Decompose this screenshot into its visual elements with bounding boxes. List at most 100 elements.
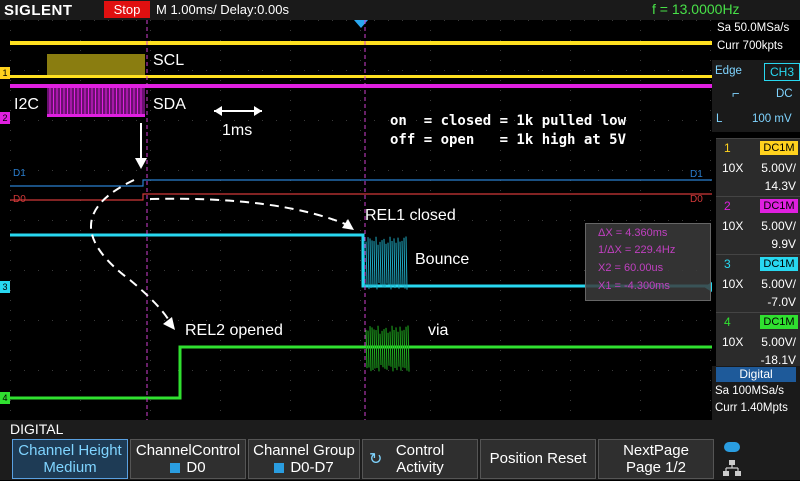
scale-label: 1ms [222,122,253,139]
ch1-offset: 14.3V [764,179,796,193]
graticule [10,20,711,411]
ch2-coupling: DC1M [760,199,798,213]
channel-height-value: Medium [43,459,97,476]
ch3-bounce [363,236,408,290]
bounce-spike [395,327,398,371]
cursor-delta-x: ΔX = 4.360ms [598,227,668,239]
ch1-scl-burst [47,54,145,76]
run-stop-indicator[interactable]: Stop [104,1,150,18]
d0-label-left: D0 [13,194,26,205]
cursor-x1-value: X1 = -4.300ms [598,280,670,292]
bounce-spike [379,333,382,365]
rel2-curve-arrow [90,179,171,323]
ch4-bounce [365,325,410,372]
bounce-spike [393,329,396,369]
bounce-spike [373,241,376,286]
rel2-arrow-head [163,317,175,330]
scale-arrow-left-head [214,106,222,116]
rel1-curve-arrow [149,197,351,227]
bounce-spike [387,332,390,366]
cursor-x2-value: X2 = 60.00us [598,262,664,274]
ch1-probe: 10X [722,161,744,175]
d1-label-left: D1 [13,168,26,179]
channel-control-button[interactable]: ChannelControl D0 [130,439,246,479]
bounce-spike [387,242,390,285]
channel-height-label: Channel Height [18,442,122,459]
note-line-2: off = open = 1k high at 5V [390,132,627,148]
ch1-number: 1 [724,141,731,155]
cursor-measure-box: ΔX = 4.360ms 1/ΔX = 229.4Hz X2 = 60.00us… [585,223,711,301]
bounce-spike [371,240,374,287]
channel-height-button[interactable]: Channel Height Medium [12,439,128,479]
ch3-offset-marker[interactable]: 3 [0,281,10,293]
via-label: via [428,322,449,339]
ch2-trace-top [10,84,712,88]
bounce-spike [367,330,370,368]
trigger-coupling: DC [776,88,793,100]
bounce-spike [365,329,368,369]
ch3-coupling: DC1M [760,257,798,271]
acq-memory: Curr 700kpts [717,40,783,52]
bounce-spike [389,236,392,290]
waveform-display[interactable]: SCL SDA I2C 1ms on = closed = 1k pulled … [10,20,712,420]
next-page-button[interactable]: NextPage Page 1/2 [598,439,714,479]
trigger-level: 100 mV [752,113,792,125]
trigger-source: CH3 [764,63,800,81]
ch1-trace-top [10,41,712,45]
position-reset-button[interactable]: Position Reset [480,439,596,479]
ch4-offset-marker[interactable]: 4 [0,392,10,404]
bounce-spike [377,325,380,372]
right-info-panel: Sa 50.0MSa/s Curr 700kpts Edge CH3 ⌐ DC … [712,20,800,420]
acq-sample-rate: Sa 50.0MSa/s [717,22,790,34]
ch4-scale: 5.00V/ [761,335,796,349]
bounce-spike [401,240,404,287]
ch1-coupling: DC1M [760,141,798,155]
bounce-spike [385,327,388,370]
bounce-spike [375,236,378,290]
bounce-spike [379,241,382,286]
ch2-trace-base [47,114,145,117]
frequency-readout: f = 13.0000Hz [652,1,740,17]
position-reset-label: Position Reset [489,450,587,467]
digital-memory: Curr 1.40Mpts [715,402,788,414]
timebase-readout: M 1.00ms/ Delay:0.00s [156,2,289,17]
bounce-label: Bounce [415,251,470,268]
menu-title: DIGITAL [10,421,64,437]
channel-control-label: ChannelControl [135,442,241,459]
i2c-label: I2C [14,96,39,113]
channel-group-button[interactable]: Channel Group D0-D7 [248,439,360,479]
note-line-1: on = closed = 1k pulled low [390,113,627,129]
ch4-probe: 10X [722,335,744,349]
toggle-icon[interactable] [724,442,740,452]
trigger-mode: Edge [715,65,742,77]
ch2-offset-marker[interactable]: 2 [0,112,10,124]
trigger-panel[interactable]: Edge CH3 ⌐ DC L 100 mV [712,60,800,132]
bounce-spike [403,329,406,369]
waveform-canvas [10,20,712,420]
page-indicator: Page 1/2 [625,459,687,476]
bounce-spike [369,326,372,372]
bounce-spike [367,237,370,290]
digital-info-box[interactable]: Digital Sa 100MSa/s Curr 1.40Mpts [712,366,800,420]
rotate-knob-icon: ↻ [369,451,383,468]
scl-label: SCL [153,52,185,69]
bounce-spike [371,327,374,371]
trigger-position-marker[interactable] [354,20,368,28]
control-activity-button[interactable]: ↻ Control Activity [362,439,478,479]
bounce-spike [407,325,410,372]
bounce-spike [391,325,394,372]
next-page-label: NextPage [623,442,689,459]
ch2-scale: 5.00V/ [761,219,796,233]
bounce-spike [401,330,404,368]
bounce-spike [383,329,386,369]
ch1-offset-marker[interactable]: 1 [0,67,10,79]
d0-label-right: D0 [690,194,703,205]
ch4-coupling: DC1M [760,315,798,329]
channel-group-value: D0-D7 [290,459,334,476]
top-status-bar: SIGLENT Stop M 1.00ms/ Delay:0.00s f = 1… [0,0,800,20]
digital-title: Digital [716,367,796,382]
bounce-spike [375,330,378,368]
bounce-spike [369,238,372,289]
ch4-offset: -18.1V [760,353,796,367]
d1-label-right: D1 [690,169,703,180]
